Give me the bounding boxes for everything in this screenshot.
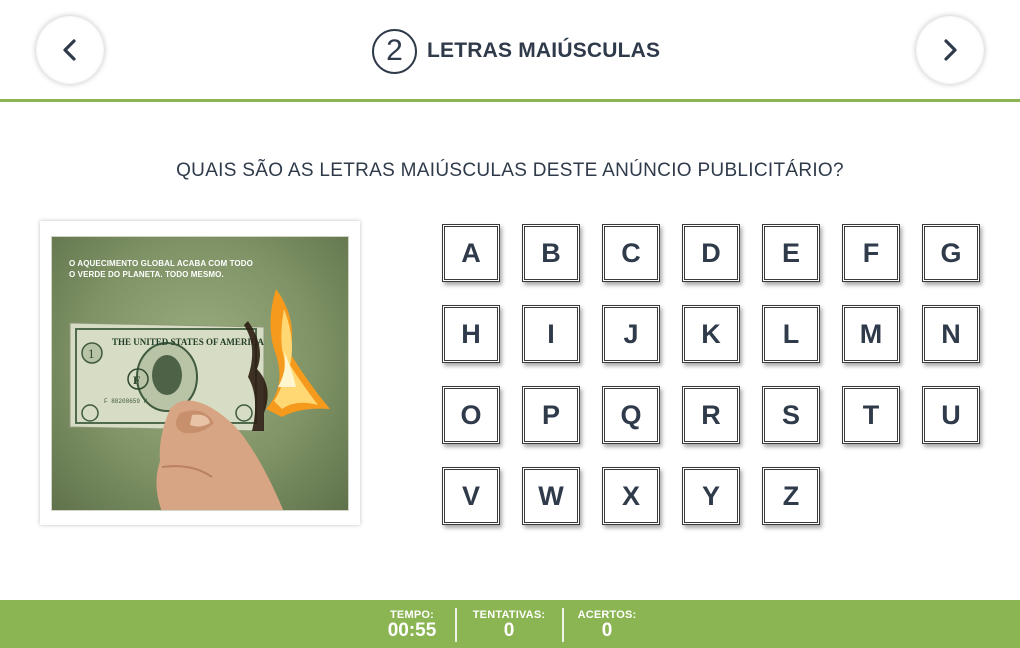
letter-tile-l[interactable]: L [762, 305, 820, 363]
time-stat: TEMPO: 00:55 [383, 609, 441, 642]
letter-tile-o[interactable]: O [442, 386, 500, 444]
letter-tile-c[interactable]: C [602, 224, 660, 282]
page-title: LETRAS MAIÚSCULAS [427, 39, 661, 62]
banknote-serial: F 88208659 H [104, 398, 148, 405]
burning-dollar-illustration: 1 F THE UNITED STATES OF AMERICA F 88208… [69, 289, 330, 510]
banknote-heading: THE UNITED STATES OF AMERICA [112, 337, 264, 347]
question-text: QUAIS SÃO AS LETRAS MAIÚSCULAS DESTE ANÚ… [176, 160, 844, 181]
ad-image-card: O AQUECIMENTO GLOBAL ACABA COM TODO O VE… [40, 221, 360, 525]
attempts-value: 0 [503, 620, 515, 641]
hits-value: 0 [601, 620, 613, 641]
header-divider [0, 99, 1020, 102]
status-separator [562, 608, 564, 642]
letter-tile-j[interactable]: J [602, 305, 660, 363]
hits-stat: ACERTOS: 0 [573, 609, 641, 642]
game-screen: 2 LETRAS MAIÚSCULAS QUAIS SÃO AS LETRAS … [0, 0, 1020, 648]
letter-tile-m[interactable]: M [842, 305, 900, 363]
letter-tile-e[interactable]: E [762, 224, 820, 282]
letter-tile-f[interactable]: F [842, 224, 900, 282]
letter-tile-a[interactable]: A [442, 224, 500, 282]
page-title-group: 2 LETRAS MAIÚSCULAS [372, 28, 660, 74]
letter-tile-g[interactable]: G [922, 224, 980, 282]
letter-tile-n[interactable]: N [922, 305, 980, 363]
letter-tile-h[interactable]: H [442, 305, 500, 363]
banknote-letter: F [133, 373, 140, 387]
chevron-left-icon [63, 39, 76, 61]
letter-tile-s[interactable]: S [762, 386, 820, 444]
letter-tile-w[interactable]: W [522, 467, 580, 525]
letter-tile-r[interactable]: R [682, 386, 740, 444]
letter-tile-y[interactable]: Y [682, 467, 740, 525]
next-button[interactable] [916, 16, 984, 84]
letter-tile-b[interactable]: B [522, 224, 580, 282]
letter-tile-u[interactable]: U [922, 386, 980, 444]
letter-tile-x[interactable]: X [602, 467, 660, 525]
chevron-right-icon [944, 39, 957, 61]
attempts-stat: TENTATIVAS: 0 [466, 609, 552, 642]
letter-tile-t[interactable]: T [842, 386, 900, 444]
banknote-digit: 1 [88, 346, 95, 361]
letter-tile-i[interactable]: I [522, 305, 580, 363]
time-value: 00:55 [387, 620, 437, 641]
letter-tile-q[interactable]: Q [602, 386, 660, 444]
status-bar: TEMPO: 00:55 TENTATIVAS: 0 ACERTOS: 0 [0, 600, 1020, 648]
header: 2 LETRAS MAIÚSCULAS [0, 0, 1020, 100]
status-separator [455, 608, 457, 642]
letter-tile-k[interactable]: K [682, 305, 740, 363]
step-number-badge: 2 [372, 28, 417, 74]
letter-tile-z[interactable]: Z [762, 467, 820, 525]
letter-tile-d[interactable]: D [682, 224, 740, 282]
letter-tile-p[interactable]: P [522, 386, 580, 444]
previous-button[interactable] [36, 16, 104, 84]
letter-tile-v[interactable]: V [442, 467, 500, 525]
ad-image: O AQUECIMENTO GLOBAL ACABA COM TODO O VE… [51, 236, 349, 511]
